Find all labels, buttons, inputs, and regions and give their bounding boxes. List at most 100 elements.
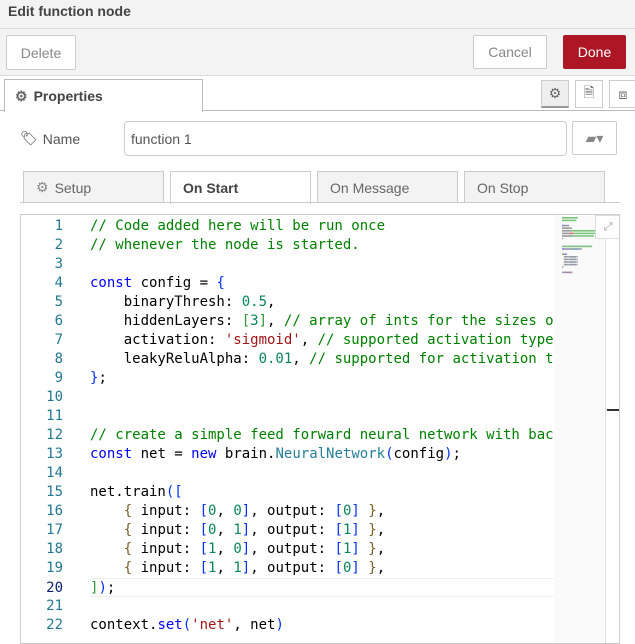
code-token: ( <box>183 617 191 633</box>
code-token: 0.01 <box>259 351 293 367</box>
code-line[interactable]: 5 binaryThresh: 0.5, <box>21 293 554 312</box>
name-input[interactable] <box>124 121 567 156</box>
done-button[interactable]: Done <box>563 35 626 69</box>
code-token: net.train <box>90 484 166 500</box>
code-line[interactable]: 22context.set('net', net) <box>21 616 554 635</box>
minimap-panel[interactable] <box>554 215 604 644</box>
minimap-mark <box>569 248 572 250</box>
code-line[interactable]: 1// Code added here will be run once <box>21 217 554 236</box>
code-line[interactable]: 15net.train([ <box>21 483 554 502</box>
line-number: 3 <box>21 255 63 274</box>
code-token: { <box>124 522 132 538</box>
tab-on-start[interactable]: On Start <box>170 171 311 204</box>
scrollbar-thumb[interactable] <box>607 409 620 411</box>
code-line[interactable]: 21 <box>21 597 554 616</box>
code-line[interactable]: 9}; <box>21 369 554 388</box>
code-line[interactable]: 10 <box>21 388 554 407</box>
tab-label: On Stop <box>477 180 528 196</box>
code-editor[interactable]: 1// Code added here will be run once2// … <box>20 214 620 644</box>
code-token: , output: <box>250 560 334 576</box>
minimap-mark <box>578 248 581 250</box>
scrollbar-track[interactable] <box>605 215 606 644</box>
line-number: 21 <box>21 597 63 616</box>
code-token: , <box>267 294 275 310</box>
code-token <box>90 560 124 576</box>
code-line[interactable]: 18 { input: [1, 0], output: [1] }, <box>21 540 554 559</box>
dialog-title: Edit function node <box>8 3 131 19</box>
code-token: input: <box>132 560 199 576</box>
code-line[interactable]: 16 { input: [0, 0], output: [0] }, <box>21 502 554 521</box>
code-token: } <box>368 560 376 576</box>
code-token: // supported activation types: ['sigmoid… <box>318 332 554 348</box>
minimap-mark <box>567 272 569 274</box>
expand-icon[interactable]: ⤢ <box>595 215 620 239</box>
code-token: // Code added here will be run once <box>90 218 385 234</box>
cancel-button[interactable]: Cancel <box>473 35 547 69</box>
code-line[interactable]: 13const net = new brain.NeuralNetwork(co… <box>21 445 554 464</box>
minimap-mark <box>569 256 570 258</box>
tab-properties[interactable]: ⚙ Properties <box>4 79 203 112</box>
minimap-mark <box>569 261 570 263</box>
code-token: ] <box>351 560 359 576</box>
minimap-mark <box>573 233 574 235</box>
code-token <box>360 503 368 519</box>
line-number: 9 <box>21 369 63 388</box>
code-token: [ <box>335 541 343 557</box>
code-line[interactable]: 14 <box>21 464 554 483</box>
code-line[interactable]: 7 activation: 'sigmoid', // supported ac… <box>21 331 554 350</box>
code-token: , output: <box>250 503 334 519</box>
line-number: 12 <box>21 426 63 445</box>
code-line[interactable]: 12 // create a simple feed forward neural… <box>21 426 554 445</box>
line-number: 4 <box>21 274 63 293</box>
book-icon: ▰▾ <box>586 130 604 147</box>
code-token: , <box>216 522 233 538</box>
line-number: 8 <box>21 350 63 369</box>
line-number: 15 <box>21 483 63 502</box>
minimap-mark <box>562 256 564 258</box>
tab-on-message[interactable]: On Message <box>317 171 458 203</box>
minimap-mark <box>569 259 570 261</box>
code-area[interactable]: 1// Code added here will be run once2// … <box>21 217 554 635</box>
code-token: , output: <box>250 541 334 557</box>
code-token: net = <box>132 446 191 462</box>
code-token: input: <box>132 503 199 519</box>
code-token: , <box>216 560 233 576</box>
delete-button[interactable]: Delete <box>6 35 76 70</box>
code-token: 'sigmoid' <box>225 332 301 348</box>
code-token: , <box>377 522 385 538</box>
line-number: 10 <box>21 388 63 407</box>
code-token: ] <box>351 522 359 538</box>
name-label-text: Name <box>43 131 80 147</box>
file-text-icon[interactable]: 🗎 <box>575 80 603 108</box>
library-menu-button[interactable]: ▰▾ <box>572 121 617 155</box>
minimap-mark <box>569 264 570 266</box>
code-token <box>360 560 368 576</box>
code-line[interactable]: 20]); <box>90 578 554 597</box>
code-token: new <box>191 446 216 462</box>
frame-icon[interactable]: ⧈ <box>609 80 635 108</box>
code-line[interactable]: 2// whenever the node is started. <box>21 236 554 255</box>
code-token: input: <box>132 541 199 557</box>
code-token: ] <box>351 541 359 557</box>
code-line[interactable]: 3 <box>21 255 554 274</box>
code-token: [ <box>200 541 208 557</box>
code-token: , <box>216 503 233 519</box>
code-line[interactable]: 4const config = { <box>21 274 554 293</box>
tab-setup[interactable]: ⚙Setup <box>23 171 164 203</box>
minimap-mark <box>571 259 576 261</box>
line-number: 13 <box>21 445 63 464</box>
code-line[interactable]: 8 leakyReluAlpha: 0.01, // supported for… <box>21 350 554 369</box>
code-token: // create a simple feed forward neural n… <box>90 427 554 443</box>
code-token: ] <box>259 313 267 329</box>
code-line[interactable]: 19 { input: [1, 1], output: [0] }, <box>21 559 554 578</box>
code-token: [ <box>335 560 343 576</box>
minimap-mark <box>564 259 568 261</box>
gear-icon[interactable]: ⚙ <box>541 80 569 108</box>
code-line[interactable]: 11 <box>21 407 554 426</box>
code-token: 0 <box>233 503 241 519</box>
tab-on-stop[interactable]: On Stop <box>464 171 605 203</box>
code-token: ] <box>242 522 250 538</box>
code-line[interactable]: 17 { input: [0, 1], output: [1] }, <box>21 521 554 540</box>
code-line[interactable]: 6 hiddenLayers: [3], // array of ints fo… <box>21 312 554 331</box>
code-token: // whenever the node is started. <box>90 237 360 253</box>
